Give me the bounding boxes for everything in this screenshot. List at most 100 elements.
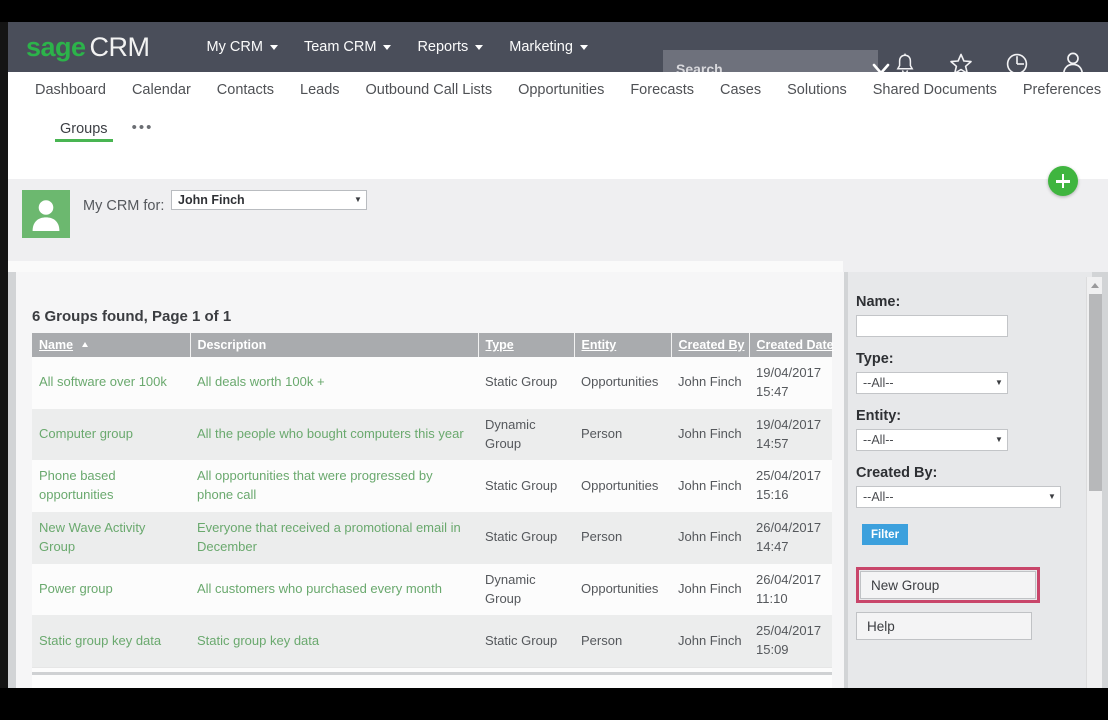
filter-panel: Name: Type: --All-- ▼ Entity: --All-- ▼ … bbox=[848, 272, 1092, 688]
cell-created-by: John Finch bbox=[678, 632, 742, 648]
cell-type: Static Group bbox=[485, 632, 558, 648]
table-row[interactable]: New Wave Activity Group Everyone that re… bbox=[32, 512, 832, 564]
group-name-link[interactable]: Phone based opportunities bbox=[39, 468, 116, 502]
table-row[interactable]: Phone based opportunities All opportunit… bbox=[32, 460, 832, 512]
scroll-down-arrow-icon[interactable] bbox=[1087, 686, 1103, 688]
group-description-link[interactable]: All customers who purchased every month bbox=[197, 581, 442, 596]
top-menu-marketing[interactable]: Marketing bbox=[496, 33, 601, 61]
cell-name[interactable]: Computer group bbox=[32, 409, 190, 461]
cell-name[interactable]: Static group key data bbox=[32, 615, 190, 667]
cell-description[interactable]: Everyone that received a promotional ema… bbox=[190, 512, 478, 564]
column-header-description[interactable]: Description bbox=[190, 333, 479, 357]
help-button[interactable]: Help bbox=[856, 612, 1032, 640]
chevron-down-icon: ▼ bbox=[354, 195, 362, 204]
new-group-button[interactable]: New Group bbox=[860, 571, 1036, 599]
group-description-link[interactable]: Everyone that received a promotional ema… bbox=[197, 520, 461, 554]
top-menu-team-crm[interactable]: Team CRM bbox=[291, 33, 405, 61]
top-menu-my-crm-label: My CRM bbox=[206, 39, 263, 55]
column-header-entity[interactable]: Entity bbox=[574, 333, 672, 357]
top-menu-team-crm-label: Team CRM bbox=[303, 39, 377, 55]
groups-table-header: Name Description Type Entity Created By … bbox=[32, 333, 834, 357]
group-description-link[interactable]: Static group key data bbox=[197, 633, 319, 648]
group-description-link[interactable]: All deals worth 100k + bbox=[197, 374, 325, 389]
nav-item-cases[interactable]: Cases bbox=[707, 82, 774, 98]
chevron-down-icon bbox=[579, 44, 588, 50]
sage-crm-app: sage CRM My CRM Team CRM Reports Marketin… bbox=[0, 22, 1108, 688]
cell-description[interactable]: All the people who bought computers this… bbox=[190, 409, 478, 461]
scrollbar-thumb[interactable] bbox=[1089, 294, 1102, 491]
nav-item-solutions[interactable]: Solutions bbox=[774, 82, 860, 98]
groups-table-body: All software over 100k All deals worth 1… bbox=[32, 357, 832, 668]
cell-created-date: 26/04/2017 11:10 bbox=[756, 571, 822, 606]
column-header-created-date-label: Created Date bbox=[756, 338, 834, 352]
group-name-link[interactable]: Power group bbox=[39, 581, 113, 596]
group-description-link[interactable]: All the people who bought computers this… bbox=[197, 426, 464, 441]
cell-created-date: 19/04/2017 14:57 bbox=[756, 416, 822, 451]
table-row[interactable]: Static group key data Static group key d… bbox=[32, 615, 832, 668]
cell-entity: Person bbox=[581, 632, 623, 648]
cell-type: Static Group bbox=[485, 477, 558, 493]
column-header-type[interactable]: Type bbox=[478, 333, 575, 357]
vertical-scrollbar[interactable] bbox=[1086, 277, 1102, 688]
table-row[interactable]: Power group All customers who purchased … bbox=[32, 564, 832, 616]
nav-item-contacts[interactable]: Contacts bbox=[204, 82, 287, 98]
top-menu-marketing-label: Marketing bbox=[509, 39, 573, 55]
my-crm-for-user-value: John Finch bbox=[178, 193, 245, 207]
filter-name-input[interactable] bbox=[856, 315, 1008, 337]
column-header-name[interactable]: Name bbox=[32, 333, 191, 357]
cell-entity: Opportunities bbox=[581, 581, 659, 597]
nav-item-outbound-call-lists[interactable]: Outbound Call Lists bbox=[353, 82, 506, 98]
tab-groups[interactable]: Groups bbox=[48, 108, 120, 148]
top-menu-my-crm[interactable]: My CRM bbox=[194, 33, 291, 61]
cell-created-by: John Finch bbox=[678, 529, 742, 545]
cell-name[interactable]: All software over 100k bbox=[32, 357, 190, 409]
results-summary: 6 Groups found, Page 1 of 1 bbox=[32, 308, 232, 325]
cell-created-by: John Finch bbox=[678, 426, 742, 442]
filter-created-by-value: --All-- bbox=[863, 490, 894, 504]
cell-type: Static Group bbox=[485, 529, 558, 545]
nav-item-preferences[interactable]: Preferences bbox=[1010, 82, 1108, 98]
nav-item-leads[interactable]: Leads bbox=[287, 82, 353, 98]
cell-created-by: John Finch bbox=[678, 374, 742, 390]
column-header-created-date[interactable]: Created Date bbox=[749, 333, 834, 357]
chevron-down-icon bbox=[475, 44, 484, 50]
cell-description[interactable]: Static group key data bbox=[190, 615, 478, 667]
nav-item-dashboard[interactable]: Dashboard bbox=[22, 82, 119, 98]
group-name-link[interactable]: All software over 100k bbox=[39, 374, 167, 389]
tab-overflow-menu[interactable]: ••• bbox=[120, 108, 166, 147]
group-description-link[interactable]: All opportunities that were progressed b… bbox=[197, 468, 433, 502]
group-name-link[interactable]: Computer group bbox=[39, 426, 133, 441]
column-header-created-by[interactable]: Created By bbox=[671, 333, 750, 357]
filter-entity-select[interactable]: --All-- ▼ bbox=[856, 429, 1008, 451]
top-bar: sage CRM My CRM Team CRM Reports Marketin… bbox=[8, 22, 1108, 88]
table-bottom-edge bbox=[32, 672, 832, 675]
column-header-description-label: Description bbox=[197, 338, 267, 352]
nav-item-forecasts[interactable]: Forecasts bbox=[617, 82, 707, 98]
sage-crm-logo[interactable]: sage CRM bbox=[26, 32, 150, 63]
top-menu-reports[interactable]: Reports bbox=[404, 33, 496, 61]
cell-name[interactable]: Phone based opportunities bbox=[32, 460, 190, 512]
nav-item-opportunities[interactable]: Opportunities bbox=[505, 82, 617, 98]
table-row[interactable]: Computer group All the people who bought… bbox=[32, 408, 832, 461]
nav-item-shared-documents[interactable]: Shared Documents bbox=[860, 82, 1010, 98]
cell-description[interactable]: All opportunities that were progressed b… bbox=[190, 460, 478, 512]
filter-created-by-label: Created By: bbox=[856, 465, 938, 481]
my-crm-for-user-select[interactable]: John Finch ▼ bbox=[171, 190, 367, 210]
cell-name[interactable]: New Wave Activity Group bbox=[32, 512, 190, 564]
cell-description[interactable]: All deals worth 100k + bbox=[190, 357, 478, 409]
cell-entity: Person bbox=[581, 426, 623, 442]
filter-type-select[interactable]: --All-- ▼ bbox=[856, 372, 1008, 394]
table-row[interactable]: All software over 100k All deals worth 1… bbox=[32, 357, 832, 409]
group-name-link[interactable]: New Wave Activity Group bbox=[39, 520, 145, 554]
scroll-up-arrow-icon[interactable] bbox=[1087, 277, 1103, 293]
cell-created-by: John Finch bbox=[678, 581, 742, 597]
cell-entity: Opportunities bbox=[581, 374, 659, 390]
filter-button[interactable]: Filter bbox=[862, 524, 908, 545]
cell-name[interactable]: Power group bbox=[32, 564, 190, 616]
nav-item-calendar[interactable]: Calendar bbox=[119, 82, 204, 98]
filter-created-by-select[interactable]: --All-- ▼ bbox=[856, 486, 1061, 508]
add-new-button[interactable] bbox=[1048, 166, 1078, 196]
group-name-link[interactable]: Static group key data bbox=[39, 633, 161, 648]
column-header-name-label: Name bbox=[39, 338, 74, 352]
cell-description[interactable]: All customers who purchased every month bbox=[190, 564, 478, 616]
